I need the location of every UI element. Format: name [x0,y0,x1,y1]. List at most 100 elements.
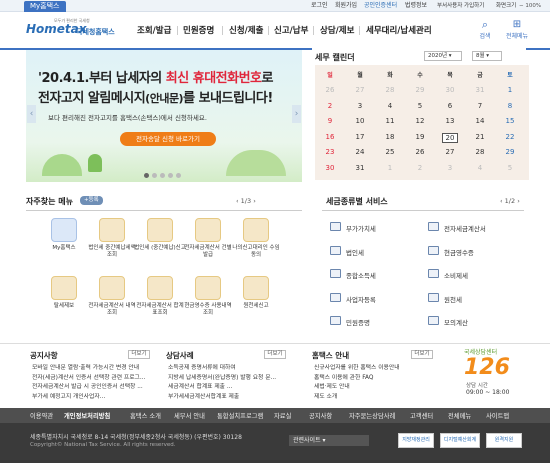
nav-civil-certificate[interactable]: 민원증명 [183,24,214,36]
calendar-day[interactable]: 28 [465,148,495,156]
calendar-day[interactable]: 6 [435,102,465,110]
consult-item[interactable]: 소득공제 증명서류에 대하여 [168,364,286,372]
digital-budget-badge[interactable]: 디지털예산회계 [440,433,480,448]
hometax-info-item[interactable]: 세법·제도 안내 [314,383,432,391]
calendar-day[interactable]: 10 [345,117,375,125]
my-hometax-tab[interactable]: My홈택스 [24,1,66,12]
calendar-day[interactable]: 31 [345,164,375,172]
login-link[interactable]: 로그인 [311,2,328,10]
main-banner[interactable]: '20.4.1.부터 납세자의 최신 휴대전화번호로 전자고지 알림메시지(안내… [26,50,302,182]
footer-nav-link[interactable]: 통합설치프로그램 [217,411,263,420]
calendar-day[interactable]: 7 [465,102,495,110]
calendar-day[interactable]: 19 [405,133,435,141]
calendar-day[interactable]: 30 [315,164,345,172]
banner-prev-button[interactable]: ‹ [27,105,36,123]
calendar-day[interactable]: 27 [345,86,375,94]
notices-item[interactable]: 부가세 예정고지 개인사업자... [32,393,150,401]
calendar-day[interactable]: 1 [375,164,405,172]
calendar-day[interactable]: 9 [315,117,345,125]
nav-inquiry-issue[interactable]: 조회/발급 [137,24,171,36]
calendar-day[interactable]: 3 [435,164,465,172]
freq-menu-label[interactable]: 탈세제보 [38,303,90,310]
footer-nav-link[interactable]: 세무서 안내 [174,411,205,420]
freq-menu-label[interactable]: 법인세 (중간예납)신고 [134,245,186,252]
calendar-day[interactable]: 30 [435,86,465,94]
hometax-logo[interactable]: 모두가 편리한 국세청 Hometax 국세청홈택스 [26,18,124,42]
freq-menu-icon[interactable] [99,218,125,242]
calendar-day[interactable]: 31 [465,86,495,94]
freq-menu-label[interactable]: 현금영수증 사용내역조회 [182,303,234,317]
banner-indicator[interactable] [176,173,181,178]
notices-item[interactable]: 전자(세금)계산서 인증서 선택창 관련 프로그... [32,374,150,382]
calendar-day[interactable]: 16 [315,133,345,141]
footer-nav-link[interactable]: 홈택스 소개 [130,411,161,420]
tax-service-item[interactable]: 법인세 [346,247,364,257]
e-delivery-apply-button[interactable]: 전자송달 신청 바로가기 [120,132,216,146]
calendar-day[interactable]: 8 [495,102,525,110]
notices-item[interactable]: 모바일 안내문 열람·출력 가능시간 변경 안내 [32,364,150,372]
calendar-day[interactable]: 22 [495,133,525,141]
freq-menu-label[interactable]: 법인세 중간예납세액 조회 [86,245,138,259]
freq-menu-icon[interactable] [51,276,77,300]
calendar-day[interactable]: 28 [375,86,405,94]
freq-menu-label[interactable]: 나의신고대리인 수임동의 [230,245,282,259]
calendar-day[interactable]: 23 [315,148,345,156]
calendar-day[interactable]: 21 [465,133,495,141]
calendar-day[interactable]: 25 [375,148,405,156]
banner-indicator[interactable] [168,173,173,178]
calendar-day[interactable]: 4 [465,164,495,172]
dept-user-signup-link[interactable]: 부서사용자 가입하기 [437,2,484,10]
search-button[interactable]: ⌕ 검색 [468,19,502,41]
calendar-day[interactable]: 17 [345,133,375,141]
law-info-link[interactable]: 법령정보 [405,2,427,10]
calendar-day[interactable]: 1 [495,86,525,94]
calendar-day[interactable]: 12 [405,117,435,125]
consult-item[interactable]: 부가세세금계산서합계표 제출 [168,393,286,401]
hometax-info-item[interactable]: 신규사업자를 위한 홈택스 이용안내 [314,364,432,372]
calendar-day[interactable]: 2 [405,164,435,172]
freq-menu-label[interactable]: 전자세금계산서 내역조회 [86,303,138,317]
calendar-day[interactable]: 29 [405,86,435,94]
tax-service-item[interactable]: 현금영수증 [444,247,474,257]
freq-menu-icon[interactable] [243,218,269,242]
footer-nav-link[interactable]: 자주묻는상담사례 [349,411,395,420]
freq-menu-icon[interactable] [195,276,221,300]
tax-service-item[interactable]: 원천세 [444,294,462,304]
calendar-day[interactable]: 24 [345,148,375,156]
all-menu-button[interactable]: ⊞ 전체메뉴 [500,19,534,40]
tax-service-item[interactable]: 종합소득세 [346,270,376,280]
calendar-day[interactable]: 27 [435,148,465,156]
tax-service-item[interactable]: 소비제세 [444,270,468,280]
tax-service-item[interactable]: 부가가치세 [346,223,376,233]
local-finance-badge[interactable]: 지방재정관리 [398,433,434,448]
footer-nav-link[interactable]: 자료실 [274,411,291,420]
freq-menu-icon[interactable] [51,218,77,242]
calendar-day[interactable]: 4 [375,102,405,110]
banner-indicator[interactable] [160,173,165,178]
calendar-day[interactable]: 13 [435,117,465,125]
footer-nav-link[interactable]: 이용약관 [30,411,53,420]
banner-next-button[interactable]: › [292,105,301,123]
freq-menu-icon[interactable] [99,276,125,300]
freq-menu-label[interactable]: 전자세금계산서 건별발급 [182,245,234,259]
consult-item[interactable]: 지방세 납세증명서(완납증명) 발행 요청 문... [168,374,286,382]
calendar-day[interactable]: 11 [375,117,405,125]
remote-support-badge[interactable]: 원격지원 [486,433,522,448]
freq-menu-label[interactable]: 원천세신고 [230,303,282,310]
notices-item[interactable]: 전자세금계산서 발급 시 공인인증서 선택창 ... [32,383,150,391]
freq-menu-icon[interactable] [243,276,269,300]
tax-service-item[interactable]: 모의계산 [444,317,468,327]
freq-menu-icon[interactable] [147,218,173,242]
banner-indicator-active[interactable] [144,173,149,178]
calendar-day[interactable]: 26 [405,148,435,156]
calendar-day[interactable]: 14 [465,117,495,125]
tax-service-item[interactable]: 사업자등록 [346,294,376,304]
freq-menu-label[interactable]: 전자세금계산서 합계표조회 [134,303,186,317]
month-select[interactable]: 8월 ▾ [472,51,502,61]
footer-nav-link[interactable]: 사이트맵 [486,411,509,420]
calendar-day[interactable]: 5 [405,102,435,110]
tax-service-item[interactable]: 민원증명 [346,317,370,327]
nav-apply-submit[interactable]: 신청/제출 [229,24,263,36]
hometax-info-item[interactable]: 제도 소개 [314,393,432,401]
zoom-level[interactable]: − 100% [519,2,541,10]
